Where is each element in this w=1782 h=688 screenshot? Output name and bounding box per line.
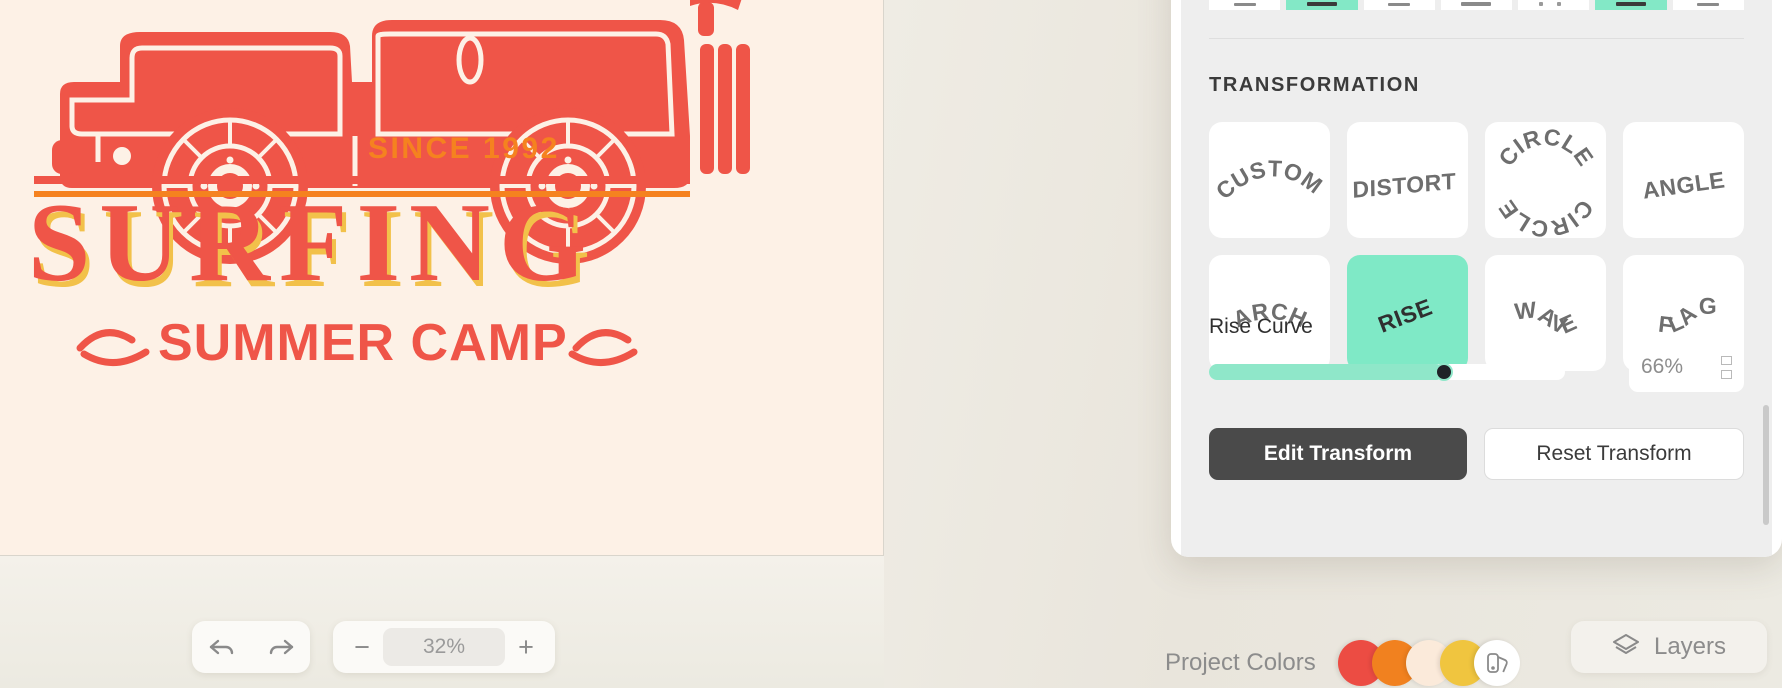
transform-option-circle[interactable]: CIRCLE CIRCLE	[1485, 122, 1606, 238]
palette-icon[interactable]	[1473, 640, 1520, 686]
undo-redo-group[interactable]	[192, 621, 310, 673]
zoom-out-button[interactable]: −	[351, 633, 373, 661]
align-glyph-icon	[1233, 3, 1256, 6]
transform-label-wave: WAVE	[1513, 296, 1581, 339]
align-glyph-icon	[1616, 2, 1647, 6]
align-glyph-icon	[1306, 2, 1337, 6]
artwork-svg: SINCE 1992 SURFING SURFING SUMMER CAMP	[28, 0, 750, 372]
layers-icon	[1612, 632, 1640, 663]
rise-curve-value-field[interactable]: 66%	[1629, 342, 1744, 392]
zoom-level-value[interactable]: 32%	[383, 628, 505, 666]
artwork-subline: SUMMER CAMP	[158, 314, 568, 372]
reset-transform-button[interactable]: Reset Transform	[1484, 428, 1744, 480]
layers-button[interactable]: Layers	[1571, 621, 1767, 673]
align-option-2[interactable]	[1286, 0, 1358, 10]
right-swash	[568, 329, 638, 366]
svg-text:CIRCLE: CIRCLE	[1493, 123, 1599, 170]
zoom-control-group[interactable]: − 32% +	[333, 621, 555, 673]
align-option-3[interactable]	[1363, 0, 1435, 10]
design-canvas[interactable]: SINCE 1992 SURFING SURFING SUMMER CAMP	[0, 0, 884, 556]
left-swash	[76, 329, 150, 366]
align-option-5[interactable]	[1518, 0, 1590, 10]
project-colors-group[interactable]: Project Colors	[1165, 640, 1520, 686]
transform-label-angle: ANGLE	[1640, 166, 1726, 203]
wave-preview-icon: WAVE	[1513, 296, 1581, 339]
color-swatch-list[interactable]	[1337, 640, 1520, 686]
transform-label-distort: DISTORT	[1352, 168, 1456, 203]
slider-thumb[interactable]	[1434, 363, 1453, 381]
custom-preview-icon: CUSTOM	[1210, 155, 1327, 204]
align-option-4[interactable]	[1440, 0, 1513, 10]
transform-label-custom: CUSTOM	[1210, 155, 1327, 204]
stepper-up-icon[interactable]	[1721, 355, 1732, 365]
align-glyph-icon	[1538, 2, 1569, 6]
rise-curve-slider[interactable]	[1209, 363, 1565, 381]
alignment-button-strip[interactable]	[1209, 0, 1744, 10]
transform-option-distort[interactable]: DISTORT	[1347, 122, 1468, 238]
section-divider	[1209, 38, 1744, 39]
inspector-inner: TRANSFORMATION CUSTOM DISTORT CIRCLE CIR…	[1181, 0, 1772, 557]
transformation-section-title: TRANSFORMATION	[1209, 74, 1420, 96]
rise-preview-icon: RISE	[1374, 293, 1435, 337]
transform-option-arch[interactable]: ARCH	[1209, 255, 1330, 371]
transform-option-custom[interactable]: CUSTOM	[1209, 122, 1330, 238]
align-glyph-icon	[1461, 2, 1492, 6]
circle-preview-icon: CIRCLE CIRCLE	[1493, 123, 1598, 238]
inspector-scrollbar[interactable]	[1763, 405, 1769, 525]
redo-arrow-icon[interactable]	[268, 637, 294, 657]
layers-label: Layers	[1653, 633, 1727, 660]
rise-curve-slider-row[interactable]: 66%	[1209, 342, 1744, 408]
rise-curve-value: 66%	[1641, 355, 1684, 378]
align-glyph-icon	[1388, 3, 1411, 6]
transform-option-angle[interactable]: ANGLE	[1623, 122, 1744, 238]
zoom-in-button[interactable]: +	[515, 633, 537, 661]
undo-arrow-icon[interactable]	[209, 637, 235, 657]
edit-transform-button[interactable]: Edit Transform	[1209, 428, 1467, 480]
artwork-since-text: SINCE 1992	[368, 132, 560, 165]
value-stepper[interactable]	[1721, 355, 1732, 379]
rise-curve-label: Rise Curve	[1209, 315, 1313, 338]
distort-preview-icon: DISTORT	[1352, 168, 1456, 203]
svg-text:CIRCLE: CIRCLE	[1493, 195, 1599, 238]
align-option-6[interactable]	[1595, 0, 1667, 10]
align-option-1[interactable]	[1209, 0, 1281, 10]
align-glyph-icon	[1697, 3, 1720, 6]
artwork-headline-group: SURFING SURFING	[28, 181, 595, 311]
transform-option-wave[interactable]: WAVE	[1485, 255, 1606, 371]
align-option-7[interactable]	[1672, 0, 1744, 10]
transform-label-circle-bottom: CIRCLE	[1493, 195, 1598, 238]
project-colors-label: Project Colors	[1165, 649, 1316, 676]
angle-preview-icon: ANGLE	[1640, 166, 1726, 203]
transform-option-rise[interactable]: RISE	[1347, 255, 1468, 371]
artwork-headline: SURFING	[28, 181, 595, 305]
inspector-panel: TRANSFORMATION CUSTOM DISTORT CIRCLE CIR…	[1171, 0, 1782, 557]
transform-actions[interactable]: Edit Transform Reset Transform	[1209, 428, 1744, 480]
transform-label-rise: RISE	[1374, 293, 1435, 337]
transform-label-flag: FLAG	[1657, 293, 1717, 338]
stepper-down-icon[interactable]	[1721, 369, 1732, 379]
slider-fill	[1209, 364, 1444, 380]
canvas-artwork[interactable]: SINCE 1992 SURFING SURFING SUMMER CAMP	[0, 0, 883, 406]
transform-label-circle-top: CIRCLE	[1493, 123, 1598, 170]
arch-preview-icon: ARCH	[1228, 298, 1310, 333]
